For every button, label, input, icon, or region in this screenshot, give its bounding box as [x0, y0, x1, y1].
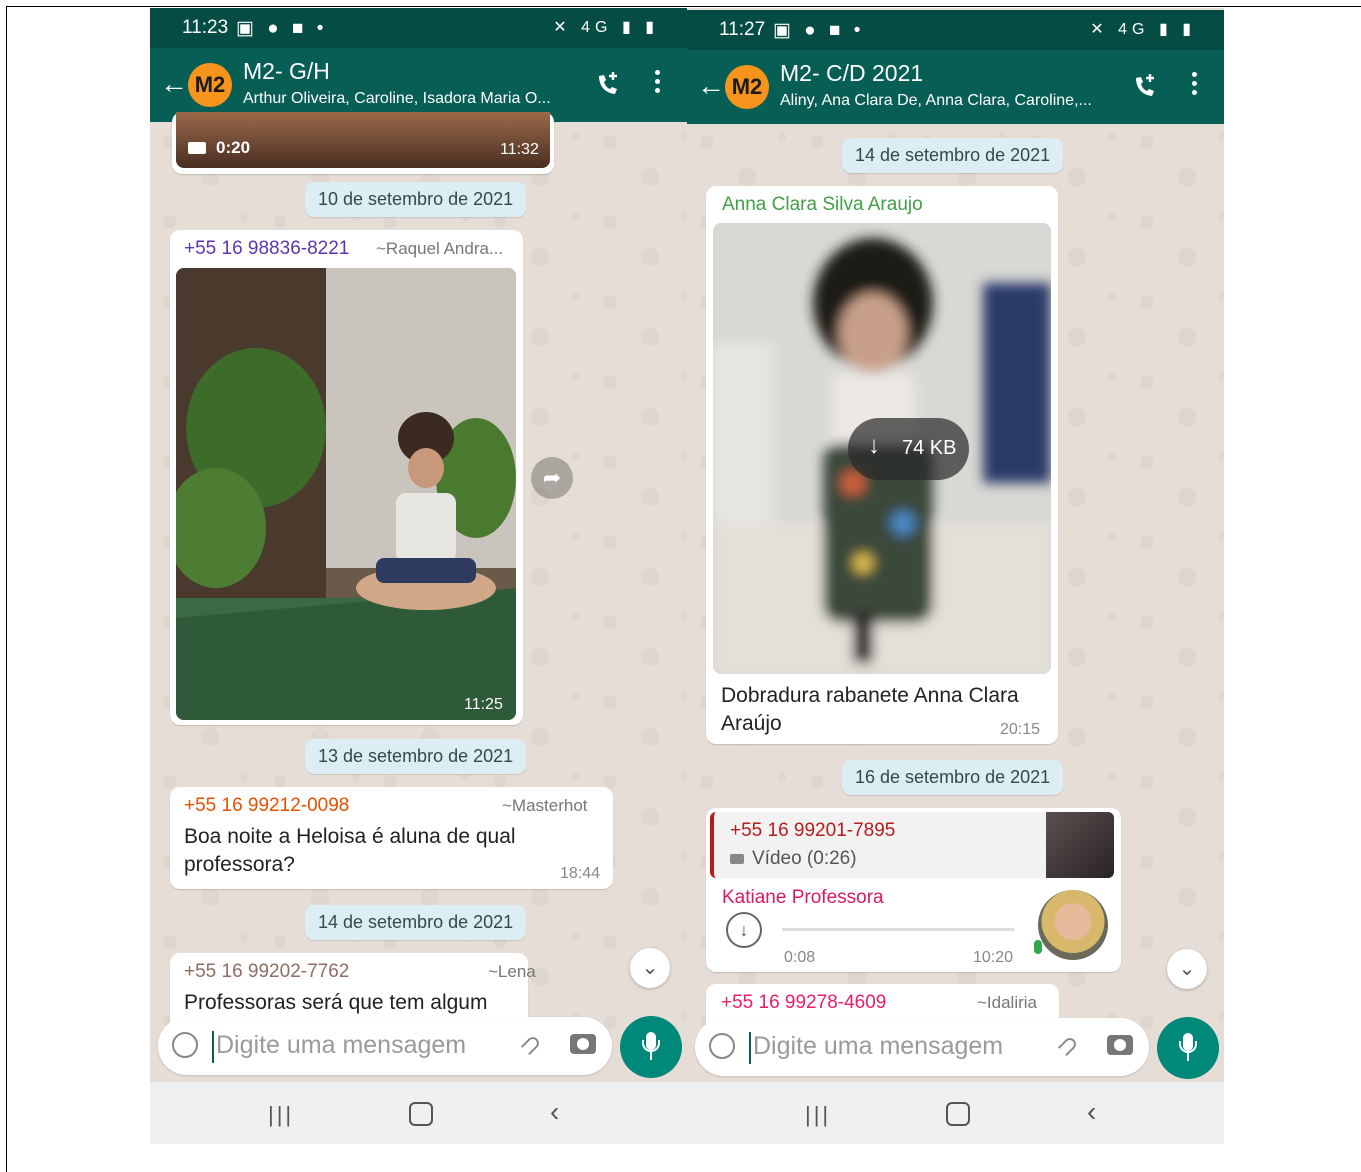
quoted-text: Vídeo (0:26) — [752, 848, 857, 869]
message-time: 11:25 — [464, 696, 503, 713]
sender-alias: ~Raquel Andra... — [376, 239, 504, 258]
sender-alias: ~Idaliria — [977, 993, 1038, 1012]
download-button[interactable]: ↓ 74 KB — [848, 418, 969, 480]
status-time: 11:27 — [719, 19, 766, 40]
child-photo-blurred[interactable]: ↓ 74 KB — [713, 223, 1051, 674]
download-icon[interactable]: ↓ — [726, 912, 762, 948]
message-sender[interactable]: +55 16 99278-4609 — [721, 992, 886, 1014]
phone-screen-right: 11:27 ▣ ● ■ • ✕ 4G ▮ ▮ ← M2 M2- C/D 2021… — [687, 8, 1224, 1144]
download-icon: ↓ — [868, 432, 880, 459]
add-call-icon[interactable] — [1132, 72, 1158, 100]
audio-progress-bar[interactable] — [782, 928, 1014, 931]
quoted-message[interactable]: +55 16 99201-7895 Vídeo (0:26) — [710, 812, 1114, 878]
notification-icons: ▣ ● ■ • — [773, 20, 865, 41]
voice-reply-message[interactable]: +55 16 99201-7895 Vídeo (0:26) Katiane P… — [706, 808, 1121, 972]
back-arrow-icon[interactable]: ← — [697, 70, 725, 102]
text-cursor — [212, 1031, 214, 1063]
attach-icon[interactable]: ⊃ — [1049, 1027, 1086, 1064]
phone-screen-left: 11:23 ▣ ● ■ • ✕ 4G ▮ ▮ ← M2 M2- G/H Arth… — [150, 8, 687, 1144]
emoji-icon[interactable] — [709, 1033, 735, 1059]
system-nav-bar: ||| ‹ — [687, 1082, 1224, 1144]
message-time: 11:32 — [500, 141, 539, 158]
text-cursor — [749, 1032, 751, 1064]
video-icon — [188, 142, 206, 154]
quoted-video-thumbnail — [1046, 812, 1114, 878]
message-text: Boa noite a Heloisa é aluna de qual prof… — [184, 823, 604, 879]
nav-back-icon[interactable]: ‹ — [1087, 1096, 1096, 1128]
group-participants[interactable]: Aliny, Ana Clara De, Anna Clara, Carolin… — [780, 92, 1120, 110]
message-input-bar[interactable]: Digite uma mensagem ⊃ — [695, 1018, 1149, 1076]
message-input[interactable]: Digite uma mensagem — [216, 1031, 466, 1060]
sender-alias: ~Lena — [488, 962, 536, 981]
date-divider: 16 de setembro de 2021 — [842, 760, 1064, 795]
notification-icons: ▣ ● ■ • — [236, 18, 328, 39]
attach-icon[interactable]: ⊃ — [512, 1026, 549, 1063]
group-name[interactable]: M2- C/D 2021 — [780, 60, 923, 87]
status-time: 11:23 — [182, 17, 229, 38]
text-message[interactable]: +55 16 99212-0098 ~Masterhot Boa noite a… — [170, 787, 613, 889]
message-input[interactable]: Digite uma mensagem — [753, 1032, 1003, 1061]
message-time: 10:20 — [973, 949, 1014, 966]
message-sender[interactable]: Katiane Professora — [722, 887, 884, 909]
message-input-bar[interactable]: Digite uma mensagem ⊃ — [158, 1017, 612, 1075]
more-vert-icon[interactable] — [1192, 72, 1198, 99]
status-bar: 11:23 ▣ ● ■ • ✕ 4G ▮ ▮ — [150, 8, 687, 48]
recent-apps-icon[interactable]: ||| — [268, 1102, 294, 1128]
chevron-double-down-icon[interactable]: ⌄ — [1167, 949, 1207, 989]
message-line-1: Boa noite a Heloisa é aluna de qual — [184, 825, 516, 848]
date-divider: 14 de setembro de 2021 — [842, 138, 1064, 173]
message-time: 20:15 — [1000, 721, 1041, 738]
group-avatar[interactable]: M2 — [188, 63, 232, 107]
quoted-sender: +55 16 99201-7895 — [730, 820, 896, 841]
back-arrow-icon[interactable]: ← — [160, 68, 188, 100]
message-line-2: professora? — [184, 853, 295, 876]
mic-button[interactable] — [620, 1016, 682, 1078]
home-icon[interactable] — [409, 1102, 433, 1126]
date-divider: 13 de setembro de 2021 — [305, 739, 527, 774]
forward-icon[interactable]: ➦ — [531, 457, 573, 499]
mic-icon — [1034, 940, 1042, 954]
nav-back-icon[interactable]: ‹ — [550, 1096, 559, 1128]
recent-apps-icon[interactable]: ||| — [805, 1102, 831, 1128]
signal-battery-icon: ✕ 4G ▮ ▮ — [1090, 21, 1196, 38]
child-meditating-photo[interactable] — [176, 268, 516, 720]
group-avatar[interactable]: M2 — [725, 65, 769, 109]
message-sender[interactable]: +55 16 99212-0098 — [184, 795, 349, 817]
video-icon — [730, 854, 744, 864]
message-sender[interactable]: +55 16 99202-7762 — [184, 961, 349, 983]
sender-alias: ~Masterhot — [502, 796, 588, 815]
camera-icon[interactable] — [570, 1034, 596, 1054]
camera-icon[interactable] — [1107, 1035, 1133, 1055]
date-divider: 14 de setembro de 2021 — [305, 905, 527, 940]
signal-battery-icon: ✕ 4G ▮ ▮ — [553, 19, 659, 36]
video-message[interactable]: 0:20 11:32 — [172, 112, 554, 174]
image-message[interactable]: Anna Clara Silva Araujo ↓ 74 KB Dobradur… — [706, 186, 1058, 744]
message-sender[interactable]: Anna Clara Silva Araujo — [722, 194, 923, 216]
status-bar: 11:27 ▣ ● ■ • ✕ 4G ▮ ▮ — [687, 10, 1224, 50]
download-size: 74 KB — [902, 437, 957, 459]
group-participants[interactable]: Arthur Oliveira, Caroline, Isadora Maria… — [243, 90, 583, 108]
more-vert-icon[interactable] — [655, 70, 661, 97]
date-divider: 10 de setembro de 2021 — [305, 182, 527, 217]
emoji-icon[interactable] — [172, 1032, 198, 1058]
group-name[interactable]: M2- G/H — [243, 58, 330, 85]
add-call-icon[interactable] — [595, 70, 621, 98]
sender-avatar — [1038, 890, 1108, 960]
system-nav-bar: ||| ‹ — [150, 1082, 687, 1144]
home-icon[interactable] — [946, 1102, 970, 1126]
chat-header: ← M2 M2- G/H Arthur Oliveira, Caroline, … — [150, 48, 687, 122]
caption-line-1: Dobradura rabanete Anna Clara — [721, 684, 1019, 707]
message-sender[interactable]: +55 16 98836-8221 — [184, 238, 349, 260]
message-text: Professoras será que tem algum — [184, 991, 488, 1014]
chat-header: ← M2 M2- C/D 2021 Aliny, Ana Clara De, A… — [687, 50, 1224, 124]
chevron-double-down-icon[interactable]: ⌄ — [630, 948, 670, 988]
image-message[interactable]: +55 16 98836-8221 ~Raquel Andra... 11:25 — [170, 230, 523, 725]
message-time: 18:44 — [560, 865, 601, 882]
audio-duration: 0:08 — [784, 949, 816, 966]
mic-button[interactable] — [1157, 1017, 1219, 1079]
video-duration: 0:20 — [216, 138, 251, 157]
